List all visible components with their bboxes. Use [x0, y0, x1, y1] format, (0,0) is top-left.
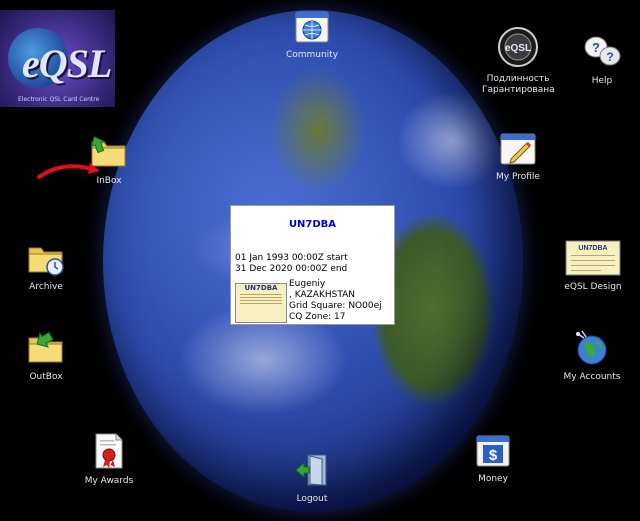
svg-text:UN7DBA: UN7DBA	[578, 245, 607, 252]
outbox-button[interactable]: OutBox	[22, 330, 70, 383]
card-operator-name: Eugeniy	[289, 279, 326, 289]
my-profile-label: My Profile	[496, 172, 540, 182]
desktop: eQSL Electronic QSL Card Centre Communit…	[0, 0, 640, 521]
my-accounts-button[interactable]: My Accounts	[556, 328, 628, 383]
help-button[interactable]: ? ? Help	[578, 34, 626, 87]
archive-label: Archive	[29, 282, 63, 292]
card-end-date: 31 Dec 2020 00:00Z end	[235, 264, 348, 274]
logout-door-icon	[295, 454, 327, 486]
logo-tagline: Electronic QSL Card Centre	[18, 96, 100, 103]
archive-folder-clock-icon	[28, 247, 64, 276]
profile-edit-icon	[500, 133, 536, 165]
authenticity-label-line1: Подлинность	[486, 74, 550, 84]
card-country: , KAZAKHSTAN	[289, 290, 356, 300]
card-cq-zone: CQ Zone: 17	[289, 312, 346, 322]
card-grid-square: Grid Square: NO00ej	[289, 301, 382, 311]
outbox-label: OutBox	[29, 372, 63, 382]
svg-text:?: ?	[606, 50, 613, 64]
svg-text:?: ?	[592, 40, 600, 55]
eqsl-design-label: eQSL Design	[564, 282, 622, 292]
authenticity-guaranteed-button[interactable]: eQSL Подлинность Гарантирована	[482, 26, 555, 96]
accounts-globe-icon	[576, 330, 607, 365]
authenticity-seal-icon: eQSL	[498, 27, 538, 67]
my-awards-button[interactable]: My Awards	[78, 432, 140, 487]
logo-text: eQSL	[22, 41, 112, 86]
my-awards-label: My Awards	[84, 476, 134, 486]
qsl-card-thumbnail-icon: UN7DBA	[565, 240, 621, 276]
red-pointer-arrow	[37, 163, 100, 179]
card-mini-qsl-thumbnail: UN7DBA	[235, 283, 287, 323]
money-label: Money	[478, 474, 508, 484]
mini-qsl-callsign: UN7DBA	[244, 284, 278, 292]
eqsl-design-button[interactable]: UN7DBA eQSL Design	[558, 240, 628, 293]
help-label: Help	[591, 76, 613, 86]
help-bubbles-icon: ? ?	[584, 36, 621, 66]
card-callsign: UN7DBA	[288, 219, 337, 230]
community-button[interactable]: Community	[282, 10, 342, 61]
svg-text:eQSL: eQSL	[505, 43, 531, 54]
card-start-date: 01 Jan 1993 00:00Z start	[235, 253, 348, 263]
authenticity-label-line2: Гарантирована	[482, 85, 555, 95]
logout-button[interactable]: Logout	[290, 452, 334, 505]
community-label: Community	[285, 50, 339, 60]
outbox-folder-icon	[28, 331, 63, 363]
my-profile-button[interactable]: My Profile	[490, 132, 546, 183]
svg-text:$: $	[489, 447, 498, 464]
globe-window-icon	[295, 11, 329, 43]
archive-button[interactable]: Archive	[20, 240, 72, 293]
award-certificate-icon	[95, 433, 123, 469]
logout-label: Logout	[296, 494, 328, 504]
my-accounts-label: My Accounts	[563, 372, 621, 382]
qsl-info-card[interactable]: UN7DBA 01 Jan 1993 00:00Z start 31 Dec 2…	[230, 205, 395, 325]
eqsl-logo[interactable]: eQSL Electronic QSL Card Centre	[0, 10, 115, 107]
money-button[interactable]: $ Money	[470, 434, 516, 485]
money-dollar-icon: $	[476, 435, 510, 467]
